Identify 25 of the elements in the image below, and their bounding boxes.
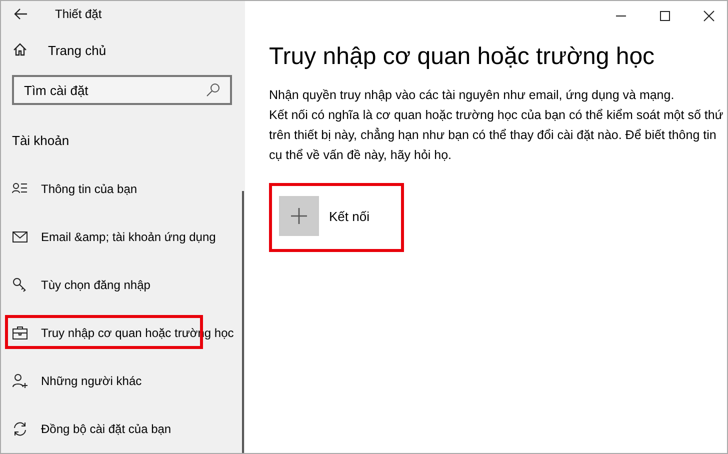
plus-icon [291,208,307,224]
window-title: Thiết đặt [55,7,102,22]
envelope-icon [12,229,28,246]
page-heading: Truy nhập cơ quan hoặc trường học [269,43,656,71]
section-label: Tài khoản [11,133,70,150]
sidebar-item[interactable]: Thông tin của bạn [1,165,241,214]
close-button[interactable] [703,10,715,22]
sidebar-item[interactable]: Những người khác [1,357,241,406]
description-text: Nhận quyền truy nhập vào các tài nguyên như email, ứng dụng và mạng. Kết nối có nghĩa là cơ quan hoặc trường học của bạn có thể kiểm soát một số thứ trên thiết bị này, chẳng hạn như bạn có thể thay đổi cài đặt nào. Để biết thông tin cụ thể về vấn đề này, hãy hỏi họ. [269,87,724,164]
search-field[interactable]: Tìm cài đặt [12,75,232,106]
maximize-button[interactable] [659,10,671,22]
sidebar-item[interactable]: Đồng bộ cài đặt của bạn [1,405,241,453]
back-arrow-icon [13,8,27,20]
sidebar-item[interactable]: Email &amp; tài khoản ứng dụng [1,213,241,262]
home-icon [12,42,28,58]
search-icon [206,83,220,98]
sidebar-item[interactable]: Tùy chọn đăng nhập [1,261,241,310]
briefcase-icon [12,325,28,342]
sync-icon [12,421,28,438]
home-link[interactable]: Trang chủ [12,42,106,58]
person-plus-icon [12,373,28,390]
connect-button[interactable]: Kết nối [279,196,370,236]
scroll-bar[interactable] [242,191,244,453]
key-icon [12,277,28,294]
back-button[interactable] [13,8,27,20]
